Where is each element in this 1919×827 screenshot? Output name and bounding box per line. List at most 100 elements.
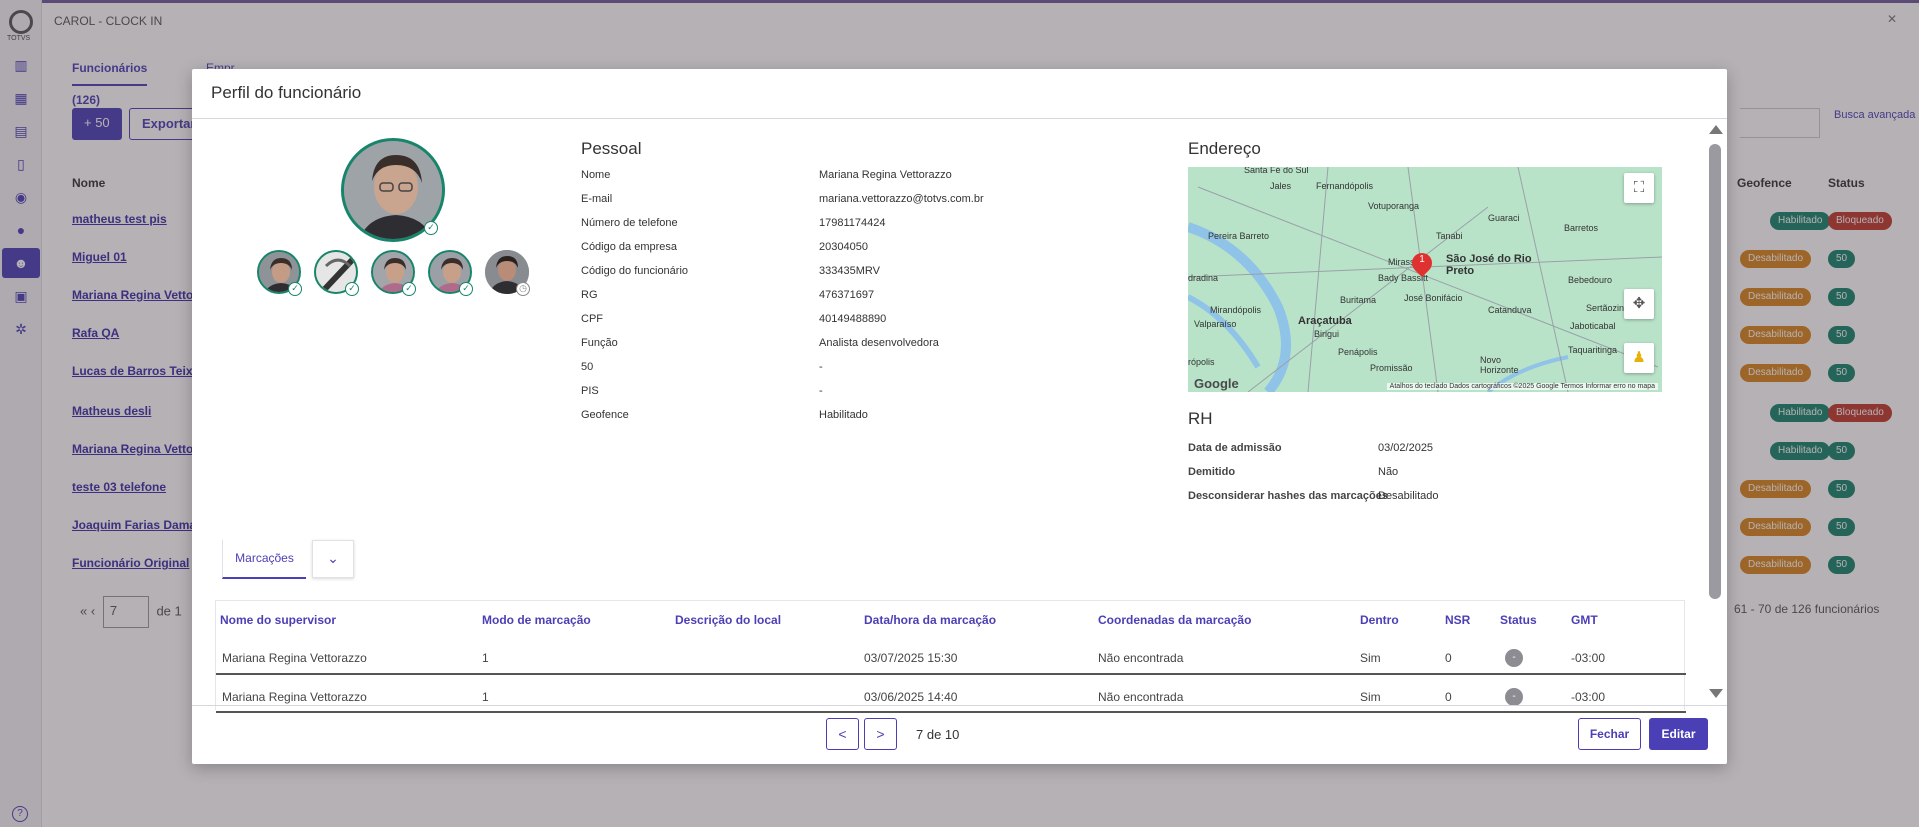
field-label: Função xyxy=(581,337,618,349)
verified-check-icon: ✓ xyxy=(345,282,359,296)
field-value: - xyxy=(819,361,823,373)
cell-supervisor: Mariana Regina Vettorazzo xyxy=(222,690,367,704)
map-label: Novo Horizonte xyxy=(1480,355,1519,375)
map-label: rópolis xyxy=(1188,357,1215,367)
field-label: Nome xyxy=(581,169,611,181)
field-value: 333435MRV xyxy=(819,265,880,277)
map-label: Jaboticabal xyxy=(1570,321,1616,331)
status-indicator: - xyxy=(1505,688,1523,706)
field-label: 50 xyxy=(581,361,594,373)
column-header[interactable]: NSR xyxy=(1445,613,1470,627)
map-label: Guaraci xyxy=(1488,213,1520,223)
field-label: Data de admissão xyxy=(1188,442,1282,454)
column-header[interactable]: Modo de marcação xyxy=(482,613,591,627)
map-label: Jales xyxy=(1270,181,1292,191)
field-label: Desconsiderar hashes das marcações xyxy=(1188,490,1388,502)
column-header[interactable]: Coordenadas da marcação xyxy=(1098,613,1251,627)
address-map[interactable]: Santa Fé do Sul Jales Fernandópolis Votu… xyxy=(1188,167,1662,392)
prev-page-button[interactable]: < xyxy=(826,718,859,750)
scroll-down-icon[interactable] xyxy=(1709,689,1723,698)
field-label: Número de telefone xyxy=(581,217,678,229)
map-label: Araçatuba xyxy=(1298,315,1352,327)
cell-datetime: 03/07/2025 15:30 xyxy=(864,651,958,665)
verified-check-icon: ✓ xyxy=(459,282,473,296)
map-label: Taquaritinga xyxy=(1568,345,1618,355)
field-value: 40149488890 xyxy=(819,313,887,325)
section-title-hr: RH xyxy=(1188,409,1213,428)
next-page-button[interactable]: > xyxy=(864,718,897,750)
field-value: Analista desenvolvedora xyxy=(819,337,939,349)
map-label: José Bonifácio xyxy=(1404,293,1463,303)
cell-datetime: 03/06/2025 14:40 xyxy=(864,690,958,704)
modal-title: Perfil do funcionário xyxy=(211,83,362,102)
map-label: Bebedouro xyxy=(1568,275,1613,285)
street-view-pegman-icon[interactable]: ♟ xyxy=(1624,343,1654,373)
column-header[interactable]: Data/hora da marcação xyxy=(864,613,996,627)
field-value: Habilitado xyxy=(819,409,868,421)
row-divider xyxy=(216,711,1686,713)
divider xyxy=(192,705,1727,706)
field-value: 17981174424 xyxy=(819,217,886,229)
column-header[interactable]: Dentro xyxy=(1360,613,1399,627)
cell-coords: Não encontrada xyxy=(1098,651,1184,665)
map-label: Birigui xyxy=(1314,329,1340,339)
map-label: Buritama xyxy=(1340,295,1377,305)
field-value: mariana.vettorazzo@totvs.com.br xyxy=(819,193,984,205)
verified-check-icon: ✓ xyxy=(424,221,438,235)
map-attribution[interactable]: Atalhos do teclado Dados cartográficos ©… xyxy=(1386,383,1658,390)
field-value: Mariana Regina Vettorazzo xyxy=(819,169,952,181)
map-label: São José do Rio Preto xyxy=(1446,253,1532,277)
field-label: Código do funcionário xyxy=(581,265,689,277)
map-label: Promissão xyxy=(1370,363,1413,373)
cell-inside: Sim xyxy=(1360,651,1381,665)
pagination-info: 7 de 10 xyxy=(916,727,960,742)
cell-coords: Não encontrada xyxy=(1098,690,1184,704)
verified-check-icon: ✓ xyxy=(288,282,302,296)
map-label: Pereira Barreto xyxy=(1208,231,1270,241)
column-header[interactable]: GMT xyxy=(1571,613,1598,627)
column-header[interactable]: Status xyxy=(1500,613,1537,627)
field-label: Geofence xyxy=(581,409,629,421)
cell-nsr: 0 xyxy=(1445,690,1452,704)
cell-mode: 1 xyxy=(482,651,489,665)
field-value: Não xyxy=(1378,466,1399,478)
map-label: dradina xyxy=(1188,273,1219,283)
map-label: Tanabi xyxy=(1436,231,1463,241)
map-label: Mirandópolis xyxy=(1210,305,1262,315)
map-label: Catanduva xyxy=(1488,305,1532,315)
map-label: Votuporanga xyxy=(1368,201,1420,211)
chevron-down-icon[interactable]: ⌄ xyxy=(312,540,354,578)
fullscreen-icon[interactable]: ⛶ xyxy=(1624,173,1654,203)
field-label: E-mail xyxy=(581,193,613,205)
column-header[interactable]: Nome do supervisor xyxy=(216,613,336,627)
field-value: 03/02/2025 xyxy=(1378,442,1434,454)
cell-supervisor: Mariana Regina Vettorazzo xyxy=(222,651,367,665)
edit-button[interactable]: Editar xyxy=(1649,718,1708,750)
field-label: RG xyxy=(581,289,598,301)
field-label: CPF xyxy=(581,313,603,325)
tab-marcacoes[interactable]: Marcações xyxy=(222,540,306,579)
cell-gmt: -03:00 xyxy=(1571,690,1606,704)
employee-profile-modal: Perfil do funcionário ✓ ✓ ✓ ✓ ✓ ◷ Pessoa… xyxy=(192,69,1727,764)
cell-nsr: 0 xyxy=(1445,651,1452,665)
modal-scrollbar[interactable] xyxy=(1709,144,1721,599)
field-value: 476371697 xyxy=(819,289,875,301)
section-title-address: Endereço xyxy=(1188,139,1261,158)
status-indicator: - xyxy=(1505,649,1523,667)
field-value: - xyxy=(819,385,823,397)
verified-check-icon: ✓ xyxy=(402,282,416,296)
row-divider xyxy=(216,673,1686,675)
cell-gmt: -03:00 xyxy=(1571,651,1606,665)
map-label: Barretos xyxy=(1564,223,1599,233)
column-header[interactable]: Descrição do local xyxy=(675,613,781,627)
google-logo: Google xyxy=(1194,376,1239,391)
map-pan-control-icon[interactable]: ✥ xyxy=(1624,289,1654,319)
field-value: 20304050 xyxy=(819,241,868,253)
scroll-up-icon[interactable] xyxy=(1709,125,1723,134)
map-label: Santa Fé do Sul xyxy=(1244,167,1309,175)
close-button[interactable]: Fechar xyxy=(1578,718,1641,750)
field-value: Desabilitado xyxy=(1378,490,1439,502)
section-title-personal: Pessoal xyxy=(581,139,642,158)
marcacoes-table: Nome do supervisor Modo de marcação Desc… xyxy=(215,600,1686,713)
pending-clock-icon: ◷ xyxy=(516,282,530,296)
